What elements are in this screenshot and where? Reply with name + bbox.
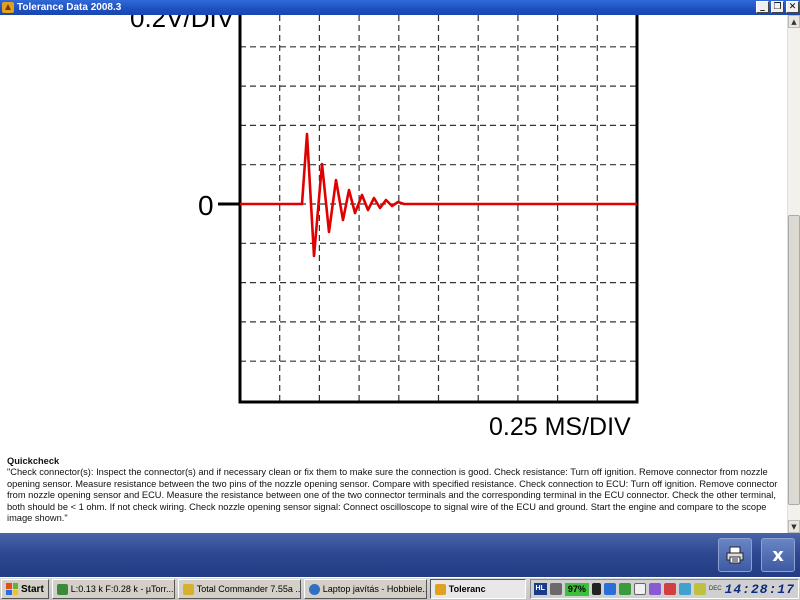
shield-icon[interactable] <box>603 583 616 595</box>
quickcheck-text: "Check connector(s): Inspect the connect… <box>7 467 778 524</box>
security-icon[interactable] <box>663 583 676 595</box>
restore-button[interactable]: ❐ <box>771 1 784 13</box>
start-label: Start <box>21 583 44 595</box>
taskbar-item-total-commander[interactable]: Total Commander 7.55a ... <box>177 579 301 599</box>
scope-image: 0 0.2V/DIV 0.25 MS/DIV <box>130 15 639 441</box>
quickcheck-title: Quickcheck <box>7 456 60 466</box>
app-icon <box>2 2 14 13</box>
taskbar-item-label: L:0.13 k F:0.28 k - µTorr... <box>70 584 174 594</box>
start-button[interactable]: Start <box>1 579 49 599</box>
taskbar-item-tolerance[interactable]: Toleranc <box>429 579 526 599</box>
utorrent-icon <box>56 583 68 595</box>
vertical-scrollbar[interactable]: ▲ ▼ <box>787 15 800 533</box>
taskbar-item-utorrent[interactable]: L:0.13 k F:0.28 k - µTorr... <box>51 579 175 599</box>
y-axis-label: 0.2V/DIV <box>130 15 235 33</box>
network-icon[interactable] <box>549 583 562 595</box>
scroll-up-button[interactable]: ▲ <box>788 15 800 28</box>
content-area: 0 0.2V/DIV 0.25 MS/DIV Quickcheck "Check… <box>0 15 787 533</box>
title-bar: Tolerance Data 2008.3 _ ❐ ✕ <box>0 0 800 15</box>
scope-grid <box>240 15 637 402</box>
print-icon <box>726 546 744 564</box>
date-label: DEC <box>708 586 722 592</box>
close-button[interactable]: x <box>761 538 795 572</box>
battery-indicator[interactable]: 97% <box>564 582 589 596</box>
tolerance-icon <box>434 583 446 595</box>
scroll-down-button[interactable]: ▼ <box>788 520 800 533</box>
taskbar-item-label: Toleranc <box>448 584 486 594</box>
total-commander-icon <box>182 583 194 595</box>
display-icon[interactable] <box>648 583 661 595</box>
taskbar-item-browser[interactable]: Laptop javítás - Hobbiele... <box>303 579 427 599</box>
system-tray: HL 97% DEC 14:28:17 <box>529 579 799 599</box>
update-icon[interactable] <box>618 583 631 595</box>
mail-icon[interactable] <box>633 583 646 595</box>
window-controls: _ ❐ ✕ <box>756 1 799 13</box>
taskbar-item-label: Laptop javítás - Hobbiele... <box>322 584 427 594</box>
taskbar-item-label: Total Commander 7.55a ... <box>196 584 301 594</box>
zero-label: 0 <box>198 190 214 221</box>
bottom-toolbar: x <box>0 533 800 577</box>
volume-icon[interactable] <box>678 583 691 595</box>
scroll-thumb[interactable] <box>788 215 800 505</box>
quickcheck-section: Quickcheck "Check connector(s): Inspect … <box>7 456 782 524</box>
minimize-button[interactable]: _ <box>756 1 769 13</box>
windows-logo-icon <box>6 583 18 595</box>
taskbar: Start L:0.13 k F:0.28 k - µTorr... Total… <box>0 577 800 600</box>
clock[interactable]: 14:28:17 <box>725 582 795 597</box>
usb-icon[interactable] <box>693 583 706 595</box>
power-plug-icon[interactable] <box>591 583 601 595</box>
browser-icon <box>308 583 320 595</box>
language-indicator[interactable]: HL <box>533 583 547 595</box>
x-axis-label: 0.25 MS/DIV <box>489 413 631 441</box>
window-title: Tolerance Data 2008.3 <box>17 2 122 13</box>
close-window-button[interactable]: ✕ <box>786 1 799 13</box>
print-button[interactable] <box>718 538 752 572</box>
